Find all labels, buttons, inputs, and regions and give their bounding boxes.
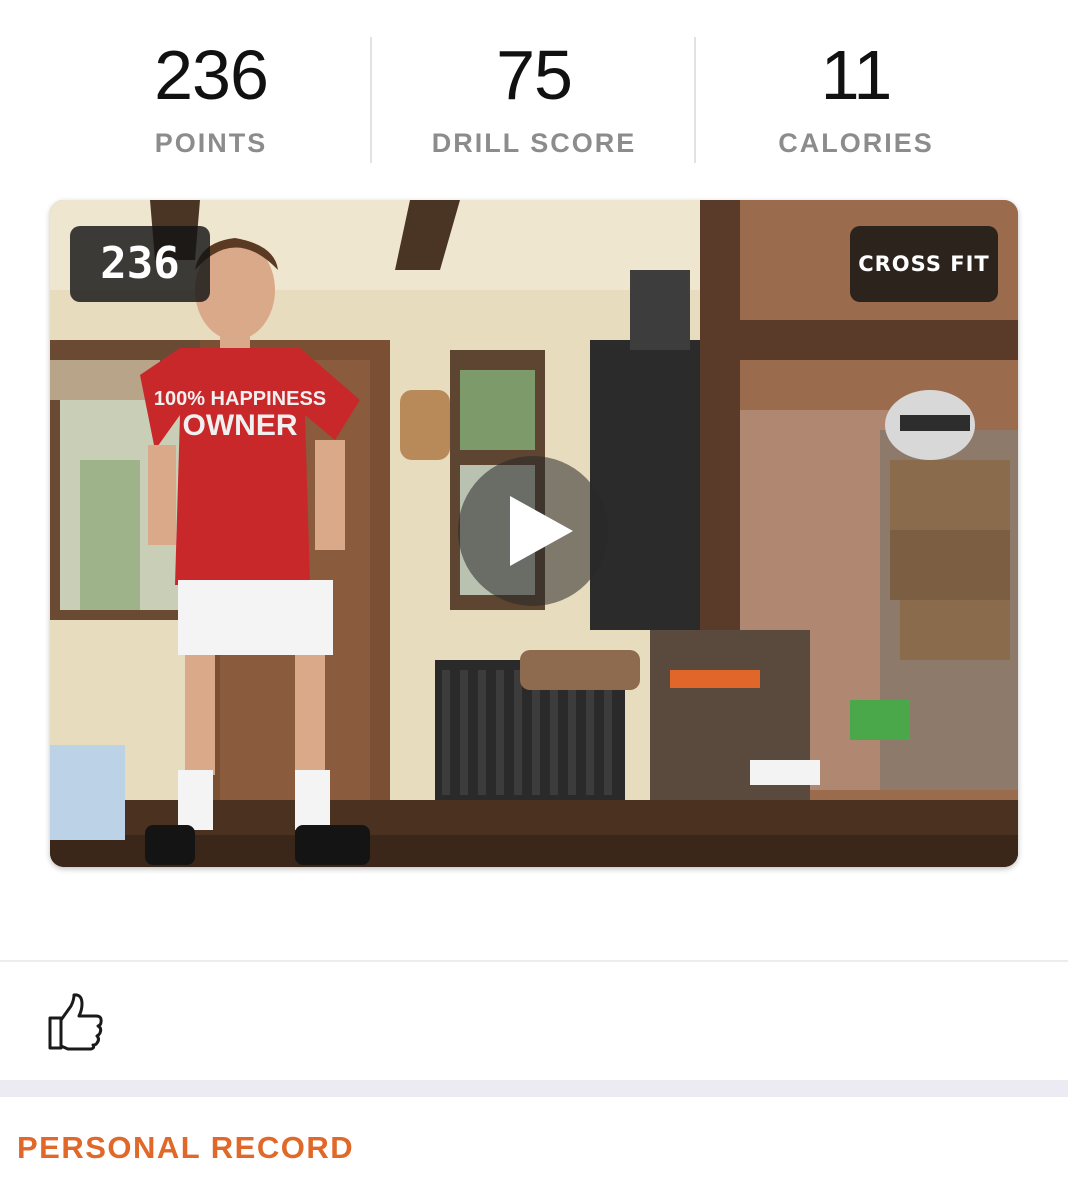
stats-bar: 236 POINTS 75 DRILL SCORE 11 CALORIES: [0, 0, 1068, 175]
section-separator-band: [0, 1080, 1068, 1097]
stat-divider: [370, 37, 372, 163]
score-badge: 236: [70, 226, 210, 302]
shirt-text-line2: OWNER: [183, 409, 298, 442]
points-value: 236: [154, 36, 269, 114]
workout-type-badge: CROSS FIT: [850, 226, 998, 302]
calories-label: CALORIES: [778, 128, 934, 158]
drill-score-value: 75: [496, 36, 573, 114]
play-button[interactable]: [458, 456, 608, 606]
like-button[interactable]: [46, 992, 106, 1052]
points-label: POINTS: [154, 128, 268, 158]
actions-row: [0, 962, 1068, 1082]
personal-record-heading: PERSONAL RECORD: [17, 1130, 355, 1165]
drill-score-label: DRILL SCORE: [431, 128, 637, 158]
play-icon: [510, 496, 573, 566]
calories-value: 11: [820, 36, 893, 114]
workout-video[interactable]: 100% HAPPINESS OWNER 236 CROSS FIT: [50, 200, 1018, 867]
thumbs-up-icon: [48, 993, 103, 1051]
shirt-text-line1: 100% HAPPINESS: [154, 388, 326, 410]
